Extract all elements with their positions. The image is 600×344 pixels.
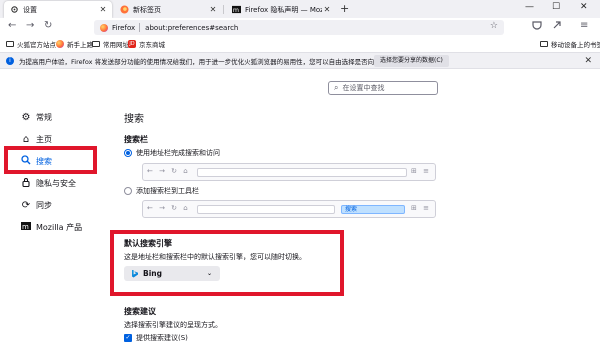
close-icon[interactable]: ✕ [208,5,218,14]
sidebar-item-sync[interactable]: ⟳ 同步 [20,198,52,212]
sidebar-item-label: Mozilla 产品 [36,222,83,232]
minimize-button[interactable]: — [525,2,534,12]
firefox-icon [100,23,108,32]
tab-label: Firefox 隐私声明 — Mozilla [245,5,322,14]
sidebar-item-mozilla[interactable]: m Mozilla 产品 [20,220,82,234]
svg-text:m: m [233,7,239,14]
bookmark-item[interactable]: 常用网址 [92,39,129,49]
folder-icon [92,41,100,47]
preview-search-label: 搜索 [345,206,358,213]
sidebar-item-label: 隐私与安全 [36,178,76,188]
menu-icon[interactable]: ≡ [580,20,588,31]
bookmark-item[interactable]: JD 京东商城 [128,39,165,49]
bookmarks-bar: 火狐官方站点 新手上路 常用网址 JD 京东商城 移动设备上的书签 [0,37,600,51]
bookmark-label: 常用网址 [103,41,129,49]
suggestions-heading: 搜索建议 [124,307,156,316]
radio-button[interactable] [124,187,132,195]
preview-tool-icons: ⊞ ≡ [411,167,431,175]
bookmark-label: 新手上路 [67,41,93,49]
back-icon[interactable]: ← [8,20,16,31]
highlight-box-sidebar [4,146,97,174]
radio-toolbar[interactable]: 添加搜索栏到工具栏 [124,186,199,196]
bookmark-label: 火狐官方站点 [17,41,56,49]
sync-icon: ⟳ [21,199,31,211]
choose-data-button[interactable]: 选择您要分享的数据(C) [374,55,449,67]
radio-urlbar[interactable]: 使用地址栏完成搜索和访问 [124,148,220,158]
new-tab-button[interactable]: + [340,2,349,15]
close-icon[interactable]: ✕ [584,56,592,66]
preview-urlbar [197,205,335,214]
share-icon[interactable] [552,20,562,33]
close-icon[interactable]: ✕ [98,5,108,14]
checkbox-label: 提供搜索建议(S) [136,334,188,342]
bookmark-label: 移动设备上的书签 [551,41,600,49]
searchbar-heading: 搜索栏 [124,135,148,144]
tab-label: 新标签页 [133,5,161,14]
url-bar[interactable]: Firefox about:preferences#search ☆ [94,20,504,35]
pocket-icon[interactable] [532,20,542,33]
tab-strip: 设置 ✕ 新标签页 ✕ m Firefox 隐私声明 — Mozilla ✕ +… [0,0,600,18]
gear-icon: ⚙ [21,111,31,123]
sidebar-item-privacy[interactable]: 隐私与安全 [20,176,76,190]
suggestions-checkbox[interactable]: ✓ 提供搜索建议(S) [124,333,188,343]
jd-icon: JD [128,40,136,48]
tab-settings[interactable]: 设置 ✕ [4,1,112,18]
info-icon: i [6,56,14,65]
nav-bar: ← → ↻ Firefox about:preferences#search ☆… [0,18,600,37]
page-title: 搜索 [124,114,144,125]
search-icon: ⌕ [334,83,339,92]
bookmark-label: 京东商城 [139,41,165,49]
forward-icon[interactable]: → [26,20,34,31]
folder-icon [540,41,548,47]
gear-icon [10,5,19,14]
preview-nav-icons: ← → ↻ ⌂ [147,204,190,212]
sidebar-item-home[interactable]: ⌂ 主页 [20,132,52,146]
notification-bar: i 为提高用户体验，Firefox 将发送部分功能的使用情况给我们，用于进一步优… [0,52,600,69]
sidebar-item-label: 同步 [36,200,52,210]
reload-icon[interactable]: ↻ [44,20,52,31]
lock-icon [20,177,32,190]
preview-urlbar [197,168,407,177]
preview-nav-icons: ← → ↻ ⌂ [147,167,190,175]
preview-searchbar: 搜索 [341,205,405,214]
tab-privacy[interactable]: m Firefox 隐私声明 — Mozilla ✕ [226,1,336,18]
tab-separator [223,5,224,14]
radio-label: 使用地址栏完成搜索和访问 [136,149,220,157]
settings-page: ⌕ 在设置中查找 ⚙ 常规 ⌂ 主页 搜索 隐私与安全 ⟳ 同步 m Mozil… [0,70,600,344]
firefox-icon [56,40,64,48]
bookmark-star-icon[interactable]: ☆ [490,21,498,31]
toolbar-preview: ← → ↻ ⌂ 搜索 ⊞ ≡ [142,200,436,218]
search-placeholder: 在设置中查找 [342,84,385,92]
tab-new[interactable]: 新标签页 ✕ [114,1,222,18]
tab-label: 设置 [23,5,37,14]
checkbox[interactable]: ✓ [124,334,132,342]
home-icon: ⌂ [22,133,30,145]
mobile-bookmarks[interactable]: 移动设备上的书签 [540,39,600,49]
urlbar-preview: ← → ↻ ⌂ ⊞ ≡ [142,163,436,181]
mozilla-icon: m [20,221,32,234]
sidebar-item-general[interactable]: ⚙ 常规 [20,110,52,124]
suggestions-desc: 选择搜索引擎建议的呈现方式。 [124,321,222,329]
maximize-button[interactable]: ☐ [552,2,560,12]
url-separator [139,23,141,32]
mozilla-icon: m [232,5,241,14]
sidebar-item-label: 常规 [36,112,52,122]
preview-tool-icons: ⊞ ≡ [411,204,431,212]
firefox-icon [120,5,129,14]
url-text: about:preferences#search [145,23,239,32]
radio-label: 添加搜索栏到工具栏 [136,187,199,195]
sidebar-item-label: 主页 [36,134,52,144]
bookmark-item[interactable]: 新手上路 [56,39,93,49]
url-brand: Firefox [112,23,136,32]
close-window-button[interactable]: ✕ [580,2,588,12]
svg-text:m: m [22,223,29,231]
close-icon[interactable]: ✕ [322,5,332,14]
settings-search-input[interactable]: ⌕ 在设置中查找 [328,81,438,95]
radio-button[interactable] [124,149,132,157]
notice-text: 为提高用户体验，Firefox 将发送部分功能的使用情况给我们，用于进一步优化火… [19,57,420,66]
bookmark-item[interactable]: 火狐官方站点 [6,39,56,49]
folder-icon [6,41,14,47]
highlight-box-default-engine [110,230,344,296]
